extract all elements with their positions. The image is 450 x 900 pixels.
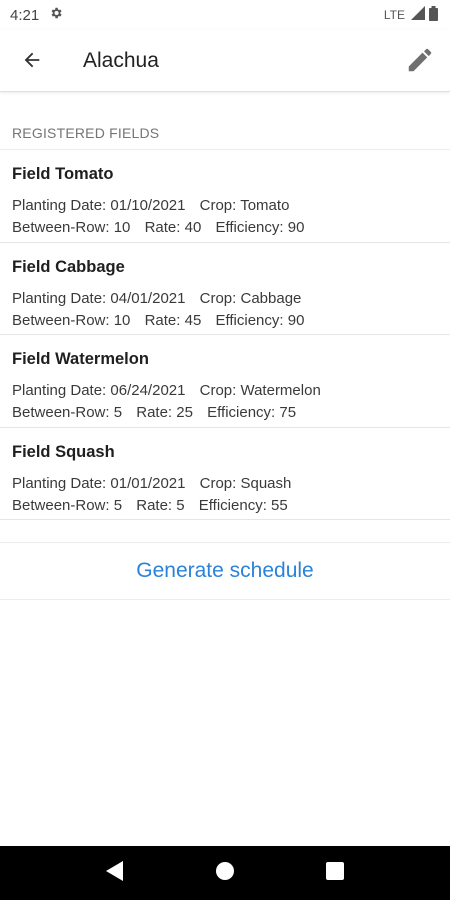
efficiency: Efficiency: 90 [215, 219, 305, 236]
nav-home-button[interactable] [205, 853, 245, 893]
field-line-2: Between-Row: 5 Rate: 25 Efficiency: 75 [12, 402, 438, 424]
planting-date: Planting Date: 01/10/2021 [12, 197, 186, 214]
rate: Rate: 40 [144, 219, 202, 236]
crop: Crop: Watermelon [199, 382, 321, 399]
edit-button[interactable] [400, 42, 440, 82]
field-item-squash[interactable]: Field Squash Planting Date: 01/01/2021 C… [0, 428, 450, 520]
field-name: Field Squash [12, 442, 115, 461]
between-row: Between-Row: 5 [12, 496, 123, 514]
field-line-1: Planting Date: 01/10/2021 Crop: Tomato [12, 195, 438, 217]
battery-icon [429, 5, 438, 25]
field-line-1: Planting Date: 01/01/2021 Crop: Squash [12, 473, 438, 495]
planting-date: Planting Date: 06/24/2021 [12, 382, 186, 399]
network-type: LTE [383, 8, 405, 22]
field-name: Field Tomato [12, 165, 114, 183]
nav-back-button[interactable] [95, 853, 135, 893]
generate-schedule-button[interactable]: Generate schedule [0, 542, 450, 600]
gear-icon [49, 6, 63, 24]
planting-date: Planting Date: 04/01/2021 [12, 289, 186, 307]
between-row: Between-Row: 5 [12, 404, 123, 421]
edit-pencil-icon [405, 45, 435, 80]
field-name: Field Cabbage [12, 257, 125, 276]
status-bar: 4:21 LTE [0, 0, 450, 30]
crop: Crop: Cabbage [199, 289, 302, 307]
rate: Rate: 25 [136, 404, 193, 421]
crop: Crop: Tomato [199, 197, 290, 214]
page-title: Alachua [83, 49, 159, 72]
field-line-2: Between-Row: 10 Rate: 40 Efficiency: 90 [12, 217, 438, 239]
crop: Crop: Squash [199, 474, 292, 492]
between-row: Between-Row: 10 [12, 219, 131, 236]
status-left: 4:21 [10, 6, 63, 24]
field-name: Field Watermelon [12, 350, 149, 368]
rate: Rate: 45 [144, 311, 202, 329]
field-line-1: Planting Date: 04/01/2021 Crop: Cabbage [12, 288, 438, 310]
efficiency: Efficiency: 75 [207, 404, 297, 421]
status-right: LTE [383, 5, 438, 25]
system-nav-bar [0, 846, 450, 900]
field-item-tomato[interactable]: Field Tomato Planting Date: 01/10/2021 C… [0, 150, 450, 243]
recents-square-icon [326, 861, 344, 885]
efficiency: Efficiency: 90 [215, 311, 305, 329]
planting-date: Planting Date: 01/01/2021 [12, 474, 186, 492]
app-bar: Alachua [0, 30, 450, 92]
rate: Rate: 5 [136, 496, 185, 514]
home-circle-icon [215, 861, 235, 886]
field-line-2: Between-Row: 5 Rate: 5 Efficiency: 55 [12, 495, 438, 517]
back-arrow-icon [21, 49, 43, 76]
nav-recents-button[interactable] [315, 853, 355, 893]
main-content: REGISTERED FIELDS Field Tomato Planting … [0, 92, 450, 600]
field-item-watermelon[interactable]: Field Watermelon Planting Date: 06/24/20… [0, 335, 450, 428]
signal-icon [411, 6, 425, 24]
status-time: 4:21 [10, 6, 40, 24]
efficiency: Efficiency: 55 [198, 496, 288, 514]
back-triangle-icon [106, 860, 124, 886]
between-row: Between-Row: 10 [12, 311, 131, 329]
field-line-2: Between-Row: 10 Rate: 45 Efficiency: 90 [12, 310, 438, 332]
field-item-cabbage[interactable]: Field Cabbage Planting Date: 04/01/2021 … [0, 243, 450, 335]
section-header: REGISTERED FIELDS [0, 92, 450, 150]
back-button[interactable] [14, 44, 50, 80]
field-line-1: Planting Date: 06/24/2021 Crop: Watermel… [12, 380, 438, 402]
